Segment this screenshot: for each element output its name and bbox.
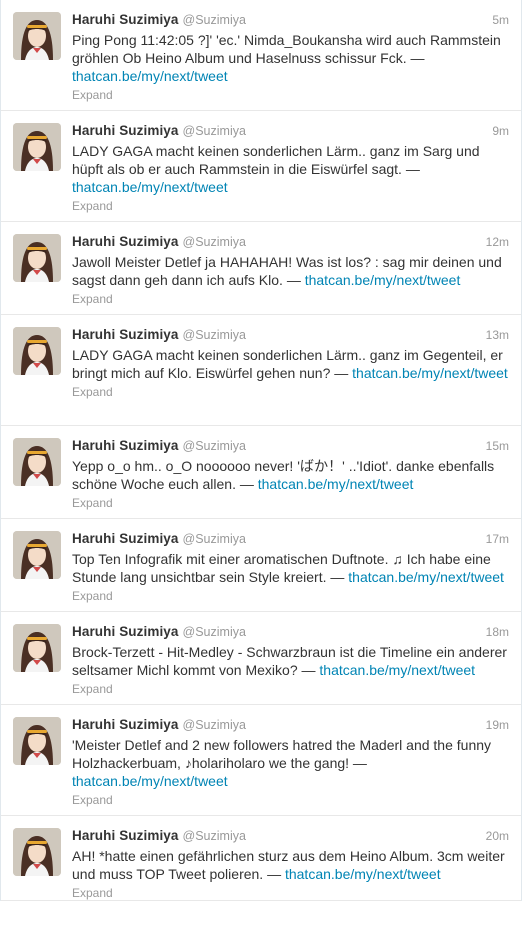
user-fullname[interactable]: Haruhi Suzimiya <box>72 234 179 249</box>
expand-link[interactable]: Expand <box>72 291 509 317</box>
avatar-image <box>13 717 61 765</box>
expand-link[interactable]: Expand <box>72 681 509 707</box>
tweet-link[interactable]: thatcan.be/my/next/tweet <box>352 365 508 381</box>
tweet-link[interactable]: thatcan.be/my/next/tweet <box>305 272 461 288</box>
avatar[interactable] <box>13 327 61 375</box>
user-fullname[interactable]: Haruhi Suzimiya <box>72 828 179 843</box>
avatar-image <box>13 12 61 60</box>
tweet-text: Ping Pong 11:42:05 ?]' 'ec.' Nimda_Bouka… <box>72 31 509 85</box>
tweet-timestamp[interactable]: 13m <box>486 327 509 343</box>
tweet-body: LADY GAGA macht keinen sonderlichen Lärm… <box>72 143 480 177</box>
tweet-link[interactable]: thatcan.be/my/next/tweet <box>258 476 414 492</box>
expand-link[interactable]: Expand <box>72 495 509 521</box>
user-handle[interactable]: @Suzimiya <box>183 124 246 138</box>
tweet-text: Jawoll Meister Detlef ja HAHAHAH! Was is… <box>72 253 509 289</box>
tweet-timestamp[interactable]: 12m <box>486 234 509 250</box>
tweet-header: Haruhi Suzimiya @Suzimiya <box>72 624 509 640</box>
avatar[interactable] <box>13 624 61 672</box>
tweet-timestamp[interactable]: 15m <box>486 438 509 454</box>
user-handle[interactable]: @Suzimiya <box>183 625 246 639</box>
tweet-header: Haruhi Suzimiya @Suzimiya <box>72 438 509 454</box>
tweet-text: Yepp o_o hm.. o_O noooooo never! 'ばか！' .… <box>72 457 509 493</box>
avatar[interactable] <box>13 123 61 171</box>
user-handle[interactable]: @Suzimiya <box>183 328 246 342</box>
tweet-header: Haruhi Suzimiya @Suzimiya <box>72 12 509 28</box>
tweet-timestamp[interactable]: 17m <box>486 531 509 547</box>
tweet-timestamp[interactable]: 5m <box>492 12 509 28</box>
tweet-header: Haruhi Suzimiya @Suzimiya <box>72 717 509 733</box>
avatar-image <box>13 234 61 282</box>
tweet-header: Haruhi Suzimiya @Suzimiya <box>72 531 509 547</box>
user-handle[interactable]: @Suzimiya <box>183 829 246 843</box>
user-handle[interactable]: @Suzimiya <box>183 235 246 249</box>
tweet-timestamp[interactable]: 19m <box>486 717 509 733</box>
avatar-image <box>13 327 61 375</box>
avatar[interactable] <box>13 531 61 579</box>
user-fullname[interactable]: Haruhi Suzimiya <box>72 438 179 453</box>
tweet-item[interactable]: Haruhi Suzimiya @Suzimiya 17m Top Ten Inf… <box>1 519 521 612</box>
tweet-item[interactable]: Haruhi Suzimiya @Suzimiya 19m 'Meister De… <box>1 705 521 816</box>
avatar[interactable] <box>13 717 61 765</box>
user-fullname[interactable]: Haruhi Suzimiya <box>72 123 179 138</box>
avatar-image <box>13 828 61 876</box>
user-handle[interactable]: @Suzimiya <box>183 718 246 732</box>
user-fullname[interactable]: Haruhi Suzimiya <box>72 531 179 546</box>
tweet-item[interactable]: Haruhi Suzimiya @Suzimiya 20m AH! *hatte … <box>1 816 521 901</box>
tweet-timestamp[interactable]: 9m <box>492 123 509 139</box>
tweet-text: LADY GAGA macht keinen sonderlichen Lärm… <box>72 142 509 196</box>
avatar-image <box>13 438 61 486</box>
tweet-header: Haruhi Suzimiya @Suzimiya <box>72 234 509 250</box>
tweet-header: Haruhi Suzimiya @Suzimiya <box>72 123 509 139</box>
tweet-item[interactable]: Haruhi Suzimiya @Suzimiya 13m LADY GAGA m… <box>1 315 521 426</box>
expand-link[interactable]: Expand <box>72 792 509 818</box>
avatar[interactable] <box>13 438 61 486</box>
tweet-body: Ping Pong 11:42:05 ?]' 'ec.' Nimda_Bouka… <box>72 32 501 66</box>
tweet-item[interactable]: Haruhi Suzimiya @Suzimiya 18m Brock-Terze… <box>1 612 521 705</box>
expand-link[interactable]: Expand <box>72 384 509 410</box>
tweet-link[interactable]: thatcan.be/my/next/tweet <box>72 68 228 84</box>
user-fullname[interactable]: Haruhi Suzimiya <box>72 12 179 27</box>
user-handle[interactable]: @Suzimiya <box>183 439 246 453</box>
tweet-item[interactable]: Haruhi Suzimiya @Suzimiya 9m LADY GAGA ma… <box>1 111 521 222</box>
tweet-header: Haruhi Suzimiya @Suzimiya <box>72 828 509 844</box>
tweet-timestamp[interactable]: 18m <box>486 624 509 640</box>
tweet-timestamp[interactable]: 20m <box>486 828 509 844</box>
avatar[interactable] <box>13 12 61 60</box>
user-fullname[interactable]: Haruhi Suzimiya <box>72 624 179 639</box>
expand-link[interactable]: Expand <box>72 588 509 614</box>
tweet-header: Haruhi Suzimiya @Suzimiya <box>72 327 509 343</box>
user-handle[interactable]: @Suzimiya <box>183 13 246 27</box>
tweet-item[interactable]: Haruhi Suzimiya @Suzimiya 15m Yepp o_o hm… <box>1 426 521 519</box>
expand-link[interactable]: Expand <box>72 198 509 224</box>
avatar-image <box>13 123 61 171</box>
user-fullname[interactable]: Haruhi Suzimiya <box>72 327 179 342</box>
tweet-text: LADY GAGA macht keinen sonderlichen Lärm… <box>72 346 509 382</box>
tweet-body: 'Meister Detlef and 2 new followers hatr… <box>72 737 492 771</box>
tweet-link[interactable]: thatcan.be/my/next/tweet <box>319 662 475 678</box>
tweet-link[interactable]: thatcan.be/my/next/tweet <box>348 569 504 585</box>
tweet-text: 'Meister Detlef and 2 new followers hatr… <box>72 736 509 790</box>
tweet-link[interactable]: thatcan.be/my/next/tweet <box>72 773 228 789</box>
avatar-image <box>13 531 61 579</box>
tweet-link[interactable]: thatcan.be/my/next/tweet <box>72 179 228 195</box>
tweet-link[interactable]: thatcan.be/my/next/tweet <box>285 866 441 882</box>
tweet-text: AH! *hatte einen gefährlichen sturz aus … <box>72 847 509 883</box>
user-fullname[interactable]: Haruhi Suzimiya <box>72 717 179 732</box>
avatar[interactable] <box>13 234 61 282</box>
expand-link[interactable]: Expand <box>72 885 509 911</box>
tweet-text: Top Ten Infografik mit einer aromatische… <box>72 550 509 586</box>
tweet-item[interactable]: Haruhi Suzimiya @Suzimiya 12m Jawoll Meis… <box>1 222 521 315</box>
tweet-item[interactable]: Haruhi Suzimiya @Suzimiya 5m Ping Pong 11… <box>1 0 521 111</box>
avatar[interactable] <box>13 828 61 876</box>
user-handle[interactable]: @Suzimiya <box>183 532 246 546</box>
tweet-text: Brock-Terzett - Hit-Medley - Schwarzbrau… <box>72 643 509 679</box>
expand-link[interactable]: Expand <box>72 87 509 113</box>
tweet-timeline: Haruhi Suzimiya @Suzimiya 5m Ping Pong 11… <box>0 0 522 901</box>
avatar-image <box>13 624 61 672</box>
